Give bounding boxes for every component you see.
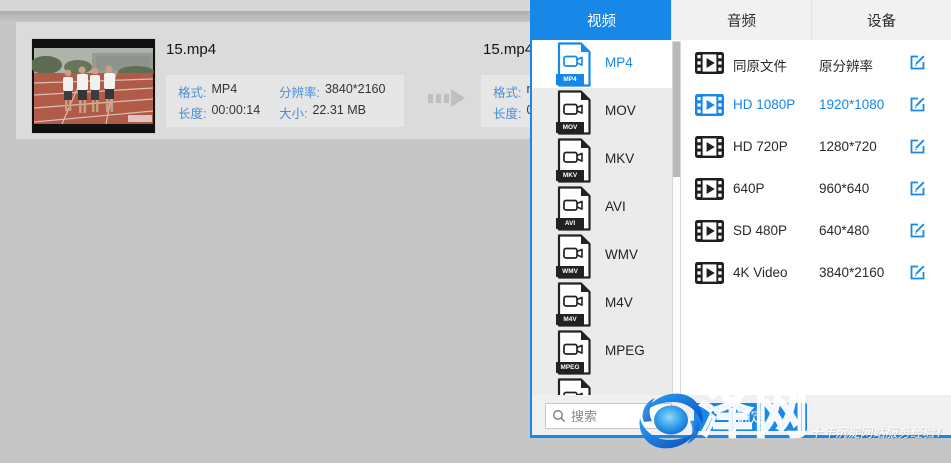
format-banner: M4V	[556, 314, 584, 325]
file-format-icon: WMV	[556, 234, 592, 279]
format-item-mov[interactable]: MOV MOV	[532, 88, 672, 136]
format-banner: MP4	[556, 74, 584, 85]
format-item-mkv[interactable]: MKV MKV	[532, 136, 672, 184]
edit-icon[interactable]	[908, 179, 927, 198]
video-thumbnail	[32, 39, 155, 133]
film-icon	[695, 220, 724, 242]
file-format-icon	[556, 378, 592, 395]
tab-audio[interactable]: 音频	[671, 0, 811, 40]
film-icon	[695, 178, 724, 200]
meta-label: 格式:	[178, 82, 206, 101]
popup-tabs: 视频 音频 设备	[532, 0, 951, 40]
scrollbar-thumb[interactable]	[673, 42, 680, 177]
meta-value: 00:00:14	[211, 103, 260, 122]
format-item-wmv[interactable]: WMV WMV	[532, 232, 672, 280]
target-file-title: 15.mp4	[483, 41, 533, 58]
source-file-title: 15.mp4	[166, 41, 216, 58]
quality-item-480p[interactable]: SD 480P 640*480	[682, 210, 951, 252]
search-input[interactable]	[571, 409, 663, 424]
meta-label: 分辨率:	[279, 82, 320, 101]
quality-item-720p[interactable]: HD 720P 1280*720	[682, 126, 951, 168]
format-item-m4v[interactable]: M4V M4V	[532, 280, 672, 328]
format-item-mpeg[interactable]: MPEG MPEG	[532, 328, 672, 376]
format-item-partial[interactable]	[532, 376, 672, 395]
search-icon	[552, 409, 566, 423]
format-list: MP4 MP4 MOV MOV MKV MKV AVI AVI WMV WMV …	[532, 40, 672, 395]
format-picker-popup: 视频 音频 设备 MP4 MP4 MOV MOV MKV MKV AVI AVI…	[530, 0, 951, 438]
edit-icon[interactable]	[908, 95, 927, 114]
film-icon	[695, 52, 724, 74]
file-format-icon: MPEG	[556, 330, 592, 375]
film-icon	[695, 94, 724, 116]
format-banner: MOV	[556, 122, 584, 133]
quality-item-1080p[interactable]: HD 1080P 1920*1080	[682, 84, 951, 126]
tab-video[interactable]: 视频	[532, 0, 671, 40]
edit-icon[interactable]	[908, 263, 927, 282]
format-item-avi[interactable]: AVI AVI	[532, 184, 672, 232]
popup-footer: 确定	[532, 395, 951, 435]
meta-label: 大小:	[279, 103, 307, 122]
video-thumbnail-image	[32, 39, 155, 133]
file-format-icon: AVI	[556, 186, 592, 231]
file-format-icon: M4V	[556, 282, 592, 327]
format-banner: MPEG	[556, 362, 584, 373]
edit-icon[interactable]	[908, 53, 927, 72]
tab-device[interactable]: 设备	[811, 0, 951, 40]
film-icon	[695, 262, 724, 284]
quality-item-original[interactable]: 同原文件 原分辨率	[682, 42, 951, 84]
format-banner: AVI	[556, 218, 584, 229]
format-banner: MKV	[556, 170, 584, 181]
meta-label: 长度:	[493, 103, 521, 122]
quality-list: 同原文件 原分辨率 HD 1080P 1920*1080 HD 720P 128…	[682, 42, 951, 395]
format-banner: WMV	[556, 266, 584, 277]
meta-value: 22.31 MB	[312, 103, 366, 122]
file-format-icon: MKV	[556, 138, 592, 183]
meta-value: MP4	[211, 82, 237, 101]
convert-arrow-icon	[428, 86, 468, 110]
edit-icon[interactable]	[908, 221, 927, 240]
source-file-meta: 格式: MP4 分辨率: 3840*2160 长度: 00:00:14 大小: 22.3…	[166, 75, 404, 127]
meta-value: 3840*2160	[325, 82, 385, 101]
quality-item-4k[interactable]: 4K Video 3840*2160	[682, 252, 951, 294]
meta-label: 长度:	[178, 103, 206, 122]
confirm-button[interactable]: 确定	[694, 403, 807, 431]
film-icon	[695, 136, 724, 158]
file-format-icon: MOV	[556, 90, 592, 135]
meta-label: 格式:	[493, 82, 521, 101]
quality-item-640p[interactable]: 640P 960*640	[682, 168, 951, 210]
format-list-scrollbar[interactable]	[672, 41, 681, 395]
search-box[interactable]	[545, 403, 672, 429]
edit-icon[interactable]	[908, 137, 927, 156]
file-format-icon: MP4	[556, 42, 592, 87]
app-window: 15.mp4 格式: MP4 分辨率: 3840*2160 长度: 00:00:14 …	[0, 0, 951, 463]
format-item-mp4[interactable]: MP4 MP4	[532, 40, 672, 88]
